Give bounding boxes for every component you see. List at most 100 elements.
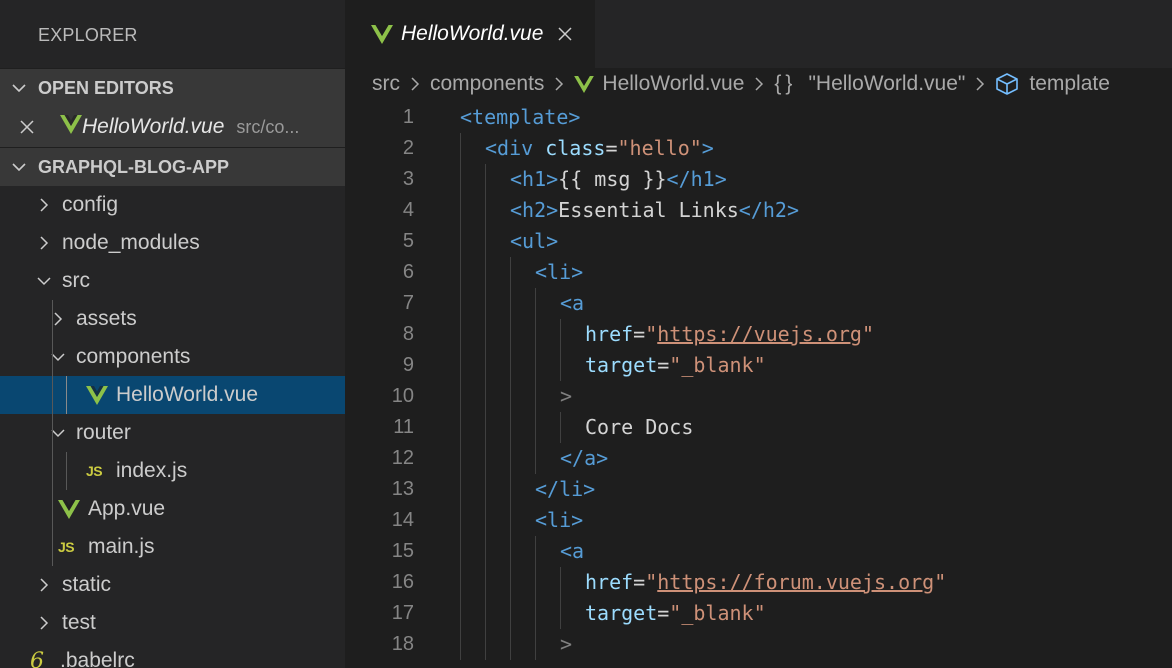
code-editor[interactable]: 1 <template> 2 <div class="hello"> 3 <h1>{{ m… — [345, 102, 1172, 660]
code-token: > — [560, 384, 573, 408]
open-editors-header[interactable]: OPEN EDITORS — [0, 68, 345, 107]
tree-item[interactable]: config — [0, 186, 345, 224]
code-token: https://vuejs.org — [657, 322, 862, 346]
line-number: 7 — [402, 292, 414, 314]
indent-guide — [485, 474, 486, 505]
code-token: "_blank" — [669, 353, 766, 377]
indent-guide — [485, 195, 486, 226]
indent-guide — [535, 381, 536, 412]
code-content: href="https://vuejs.org" — [585, 319, 874, 350]
breadcrumb-file-label: HelloWorld.vue — [602, 72, 745, 95]
babel-config-icon-label: 6 — [30, 648, 44, 668]
tree-item[interactable]: components — [0, 338, 345, 376]
code-line: 9 target="_blank" — [345, 350, 1172, 381]
breadcrumb-components[interactable]: components — [430, 72, 544, 96]
tree-item[interactable]: assets — [0, 300, 345, 338]
code-line: 17 target="_blank" — [345, 598, 1172, 629]
code-content: </a> — [560, 443, 608, 474]
indent-guide — [535, 412, 536, 443]
breadcrumb-template[interactable]: template — [995, 72, 1110, 96]
tree-item[interactable]: HelloWorld.vue — [0, 376, 345, 414]
code-token: = — [605, 136, 618, 160]
chevron-right-icon[interactable] — [36, 615, 52, 631]
indent-guide — [560, 567, 561, 598]
tree-item-label: test — [62, 611, 96, 634]
tree-item[interactable]: test — [0, 604, 345, 642]
code-token: <ul — [510, 229, 547, 253]
tree-item[interactable]: router — [0, 414, 345, 452]
line-number: 12 — [391, 447, 414, 469]
close-icon[interactable] — [557, 26, 573, 42]
code-content: target="_blank" — [585, 598, 766, 629]
line-number: 13 — [391, 478, 414, 500]
code-token: = — [657, 601, 670, 625]
indent-guide — [66, 376, 67, 414]
indent-guide — [485, 536, 486, 567]
tree-item[interactable]: node_modules — [0, 224, 345, 262]
indent-guide — [460, 164, 461, 195]
code-line: 5 <ul> — [345, 226, 1172, 257]
code-token: <template — [460, 105, 569, 129]
chevron-right-icon[interactable] — [36, 235, 52, 251]
chevron-right-icon[interactable] — [36, 577, 52, 593]
breadcrumb-file[interactable]: HelloWorld.vue — [574, 72, 744, 96]
indent-guide — [485, 257, 486, 288]
indent-guide — [535, 629, 536, 660]
code-content: <template> — [460, 102, 580, 133]
code-token: target — [585, 353, 658, 377]
chevron-right-icon[interactable] — [36, 197, 52, 213]
indent-guide — [460, 567, 461, 598]
code-token: "hello" — [617, 136, 702, 160]
line-number: 15 — [391, 540, 414, 562]
line-number: 11 — [393, 416, 414, 438]
indent-guide — [460, 195, 461, 226]
code-token: > — [596, 446, 609, 470]
tree-item[interactable]: JS index.js — [0, 452, 345, 490]
tree-item-label: index.js — [116, 459, 188, 482]
tree-item-label: config — [62, 193, 119, 216]
tree-item-label: main.js — [88, 535, 155, 558]
code-content: <div class="hello"> — [485, 133, 714, 164]
tree-item[interactable]: App.vue — [0, 490, 345, 528]
indent-guide — [510, 536, 511, 567]
code-token: Essential Links — [558, 198, 739, 222]
breadcrumb-object-label: "HelloWorld.vue" — [808, 72, 966, 95]
tree-item[interactable]: src — [0, 262, 345, 300]
line-number: 8 — [402, 323, 414, 345]
chevron-down-icon[interactable] — [36, 275, 52, 287]
cube-icon — [995, 73, 1019, 95]
code-content: <li> — [535, 257, 583, 288]
close-icon[interactable] — [8, 119, 46, 135]
line-number: 3 — [402, 168, 414, 190]
code-token: > — [568, 105, 581, 129]
vue-file-icon — [58, 499, 84, 519]
tree-item-label: static — [62, 573, 112, 596]
code-content: href="https://forum.vuejs.org" — [585, 567, 946, 598]
indent-guide — [510, 381, 511, 412]
line-number: 18 — [391, 633, 414, 655]
breadcrumb-src[interactable]: src — [372, 72, 400, 96]
tab-helloworld-vue[interactable]: HelloWorld.vue — [345, 0, 595, 68]
code-content: <h1>{{ msg }}</h1> — [510, 164, 727, 195]
code-token: target — [585, 601, 658, 625]
open-editor-item[interactable]: HelloWorld.vue src/co... — [0, 107, 345, 147]
project-header[interactable]: GRAPHQL-BLOG-APP — [0, 147, 345, 186]
open-editor-path: src/co... — [236, 116, 300, 137]
code-content: > — [560, 381, 572, 412]
line-number: 17 — [391, 602, 414, 624]
indent-guide — [485, 598, 486, 629]
tree-item[interactable]: static — [0, 566, 345, 604]
breadcrumb-object[interactable]: {} "HelloWorld.vue" — [774, 72, 965, 96]
tree-item[interactable]: 6 .babelrc — [0, 642, 345, 668]
code-token: > — [714, 167, 727, 191]
code-line: 6 <li> — [345, 257, 1172, 288]
code-line: 7 <a — [345, 288, 1172, 319]
explorer-title: EXPLORER — [38, 25, 138, 45]
indent-guide — [535, 567, 536, 598]
indent-guide — [485, 350, 486, 381]
indent-guide — [485, 443, 486, 474]
code-content: target="_blank" — [585, 350, 766, 381]
tree-item-label: App.vue — [88, 497, 166, 520]
tree-item[interactable]: JS main.js — [0, 528, 345, 566]
indent-guide — [52, 376, 53, 414]
